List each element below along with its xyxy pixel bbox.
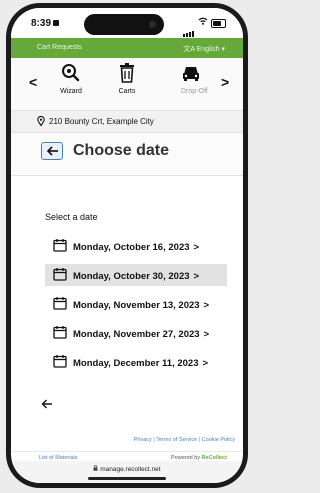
chevron-right-icon: > (193, 242, 200, 253)
app-header: Cart Requests 文A English ▾ (11, 38, 243, 58)
battery-icon (211, 19, 226, 28)
url-text: manage.recollect.net (11, 465, 243, 473)
app-title[interactable]: Cart Requests (37, 44, 82, 51)
screen: 8:39 Cart Requests 文A English ▾ < Wizard (11, 8, 243, 483)
tab-wizard-label: Wizard (60, 88, 82, 95)
date-option-text: Monday, November 13, 2023 > (73, 300, 209, 311)
separator: | (198, 437, 201, 443)
bottom-back-arrow-icon[interactable] (41, 396, 53, 414)
address-bar: 210 Bounty Crt, Example City (11, 111, 243, 133)
arrow-left-icon (46, 146, 58, 156)
select-date-prompt: Select a date (45, 212, 98, 222)
date-option[interactable]: Monday, October 16, 2023 > (45, 235, 227, 257)
status-bar: 8:39 (11, 8, 243, 38)
calendar-icon (53, 325, 67, 342)
wizard-search-icon (49, 62, 93, 86)
tab-bar: < Wizard Carts Drop-Off > (11, 58, 243, 111)
tabs-prev-arrow-icon[interactable]: < (29, 74, 37, 90)
chevron-right-icon: > (202, 358, 209, 369)
date-option-text: Monday, October 30, 2023 > (73, 271, 199, 282)
date-option[interactable]: Monday, November 27, 2023 > (45, 322, 227, 344)
address-text: 210 Bounty Crt, Example City (49, 117, 154, 126)
privacy-link[interactable]: Privacy (134, 437, 152, 443)
home-indicator (88, 477, 166, 480)
date-label: Monday, December 11, 2023 (73, 358, 199, 369)
tab-carts[interactable]: Carts (105, 62, 149, 95)
tab-drop-off-label: Drop-Off (181, 88, 208, 95)
back-button[interactable] (41, 142, 63, 160)
calendar-icon (53, 267, 67, 284)
wifi-icon (198, 17, 208, 27)
separator: | (153, 437, 155, 443)
cookie-policy-link[interactable]: Cookie Policy (202, 437, 235, 443)
lock-icon (93, 465, 98, 471)
car-icon (181, 62, 225, 86)
chevron-right-icon: > (203, 300, 210, 311)
tab-wizard[interactable]: Wizard (49, 62, 93, 95)
chevron-right-icon: > (193, 271, 200, 282)
date-option[interactable]: Monday, November 13, 2023 > (45, 293, 227, 315)
date-option-text: Monday, November 27, 2023 > (73, 329, 209, 340)
calendar-icon (53, 238, 67, 255)
page-header: Choose date (11, 133, 243, 176)
signal-icon (183, 19, 195, 37)
tab-carts-label: Carts (118, 88, 136, 95)
tab-drop-off[interactable]: Drop-Off (181, 62, 225, 95)
status-lock-icon (53, 20, 60, 26)
policy-links: Privacy | Terms of Service | Cookie Poli… (11, 437, 235, 443)
tabs-next-arrow-icon[interactable]: > (221, 74, 229, 90)
location-pin-icon (37, 115, 45, 128)
terms-link[interactable]: Terms of Service (156, 437, 197, 443)
calendar-icon (53, 296, 67, 313)
dynamic-island (84, 14, 164, 35)
date-option[interactable]: Monday, December 11, 2023 > (45, 351, 227, 373)
date-option[interactable]: Monday, October 30, 2023 > (45, 264, 227, 286)
page-title: Choose date (73, 142, 170, 159)
chevron-right-icon: > (203, 329, 210, 340)
calendar-icon (53, 354, 67, 371)
date-label: Monday, November 13, 2023 (73, 300, 200, 311)
date-label: Monday, October 16, 2023 (73, 242, 190, 253)
trash-bin-icon (105, 62, 149, 86)
language-select[interactable]: 文A English ▾ (183, 44, 225, 54)
date-label: Monday, October 30, 2023 (73, 271, 190, 282)
camera-icon (149, 21, 156, 28)
status-time: 8:39 (31, 18, 60, 29)
date-option-text: Monday, December 11, 2023 > (73, 358, 208, 369)
url-label: manage.recollect.net (100, 466, 161, 473)
date-label: Monday, November 27, 2023 (73, 329, 200, 340)
date-option-text: Monday, October 16, 2023 > (73, 242, 199, 253)
phone-frame: 8:39 Cart Requests 文A English ▾ < Wizard (6, 3, 248, 488)
